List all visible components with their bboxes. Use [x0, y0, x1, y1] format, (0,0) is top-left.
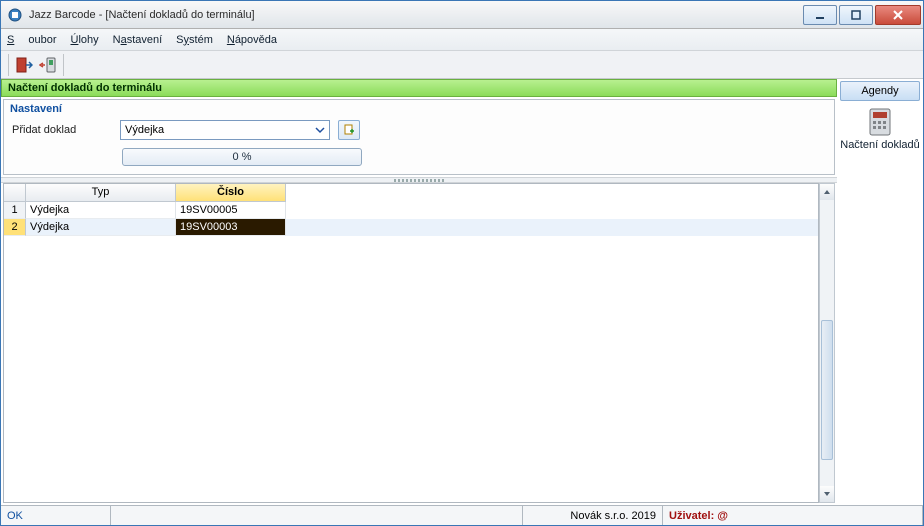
status-company: Novák s.r.o. 2019: [523, 506, 663, 525]
add-doc-button[interactable]: [338, 120, 360, 140]
cell-cislo: 19SV00005: [176, 202, 286, 219]
right-sidebar: Agendy Načtení dokladů: [837, 79, 923, 505]
doc-type-combo[interactable]: Výdejka: [120, 120, 330, 140]
settings-panel: Nastavení Přidat doklad Výdejka 0 %: [3, 99, 835, 175]
cell-typ: Výdejka: [26, 202, 176, 219]
menu-nastaveni[interactable]: Nastavení: [113, 34, 163, 46]
page-title: Načtení dokladů do terminálu: [1, 79, 837, 97]
menu-ulohy[interactable]: Úlohy: [70, 34, 98, 46]
table-row[interactable]: 2 Výdejka 19SV00003: [4, 219, 818, 236]
body: Načtení dokladů do terminálu Nastavení P…: [1, 79, 923, 505]
menu-system[interactable]: Systém: [176, 34, 213, 46]
cell-cislo: 19SV00003: [176, 219, 286, 236]
window-title: Jazz Barcode - [Načtení dokladů do termi…: [29, 9, 801, 21]
combo-value: Výdejka: [125, 124, 164, 136]
app-window: Jazz Barcode - [Načtení dokladů do termi…: [0, 0, 924, 526]
grip-icon: [394, 179, 444, 182]
window-controls: [801, 5, 921, 25]
grid-area: Typ Číslo 1 Výdejka 19SV00005 2 Výdejka …: [3, 183, 835, 503]
menu-soubor[interactable]: Soubor: [7, 34, 56, 46]
scroll-down-icon[interactable]: [820, 486, 834, 502]
header-cislo[interactable]: Číslo: [176, 184, 286, 202]
agendy-button[interactable]: Agendy: [840, 81, 920, 101]
menubar: Soubor Úlohy Nastavení Systém Nápověda: [1, 29, 923, 51]
toolbar-terminal-button[interactable]: [36, 53, 60, 77]
vertical-scrollbar[interactable]: [819, 183, 835, 503]
status-user: Uživatel: @: [663, 506, 923, 525]
cell-typ: Výdejka: [26, 219, 176, 236]
chevron-down-icon: [313, 123, 327, 137]
titlebar[interactable]: Jazz Barcode - [Načtení dokladů do termi…: [1, 1, 923, 29]
progress-bar: 0 %: [122, 148, 362, 166]
table-row[interactable]: 1 Výdejka 19SV00005: [4, 202, 818, 219]
agenda-item-label: Načtení dokladů: [840, 139, 920, 151]
agenda-item-load-docs[interactable]: Načtení dokladů: [840, 107, 920, 151]
close-button[interactable]: [875, 5, 921, 25]
scroll-track[interactable]: [820, 200, 834, 486]
grid-header: Typ Číslo: [4, 184, 818, 202]
menu-napoveda[interactable]: Nápověda: [227, 34, 277, 46]
maximize-button[interactable]: [839, 5, 873, 25]
toolbar: [1, 51, 923, 79]
scroll-thumb[interactable]: [821, 320, 833, 460]
add-doc-label: Přidat doklad: [12, 124, 112, 136]
header-typ[interactable]: Typ: [26, 184, 176, 202]
app-icon: [7, 7, 23, 23]
status-spacer: [111, 506, 523, 525]
header-rownum[interactable]: [4, 184, 26, 202]
main-column: Načtení dokladů do terminálu Nastavení P…: [1, 79, 837, 505]
calculator-icon: [865, 107, 895, 137]
scroll-up-icon[interactable]: [820, 184, 834, 200]
minimize-button[interactable]: [803, 5, 837, 25]
row-number: 1: [4, 202, 26, 219]
statusbar: OK Novák s.r.o. 2019 Uživatel: @: [1, 505, 923, 525]
status-ok: OK: [1, 506, 111, 525]
toolbar-exit-button[interactable]: [12, 53, 36, 77]
document-grid[interactable]: Typ Číslo 1 Výdejka 19SV00005 2 Výdejka …: [3, 183, 819, 503]
settings-title: Nastavení: [4, 100, 834, 118]
row-number: 2: [4, 219, 26, 236]
